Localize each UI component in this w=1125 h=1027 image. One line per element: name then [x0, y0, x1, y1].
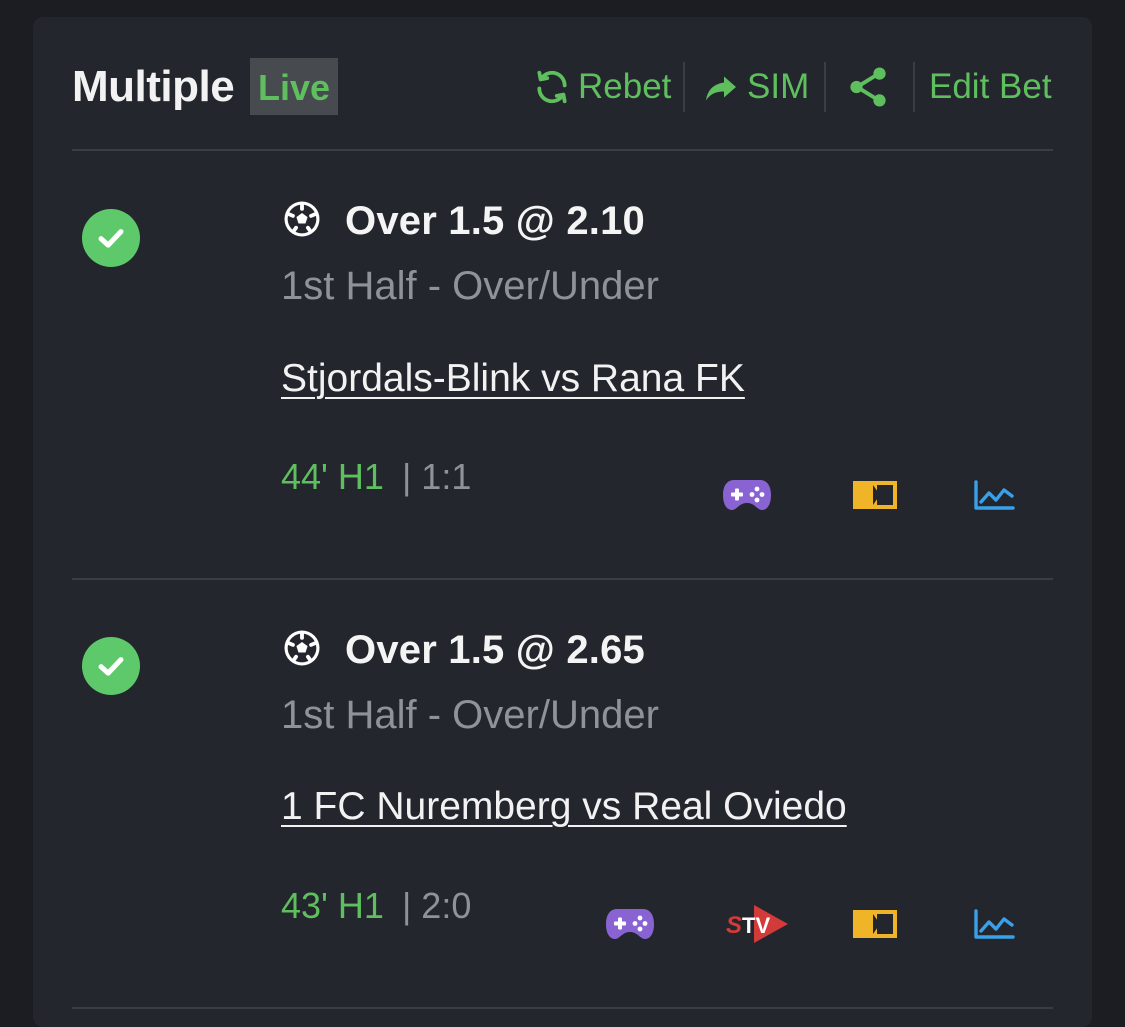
score-panel-icon[interactable]: [851, 478, 899, 512]
svg-text:TV: TV: [742, 913, 770, 938]
divider: [824, 62, 826, 112]
match-score: | 2:0: [401, 885, 472, 926]
market-name: 1st Half - Over/Under: [281, 264, 659, 308]
soccer-ball-icon: [281, 198, 323, 245]
stats-chart-icon[interactable]: [971, 475, 1017, 515]
bet-header: Multiple Live Rebet SIM Edit Bet: [33, 17, 1092, 151]
stats-chart-icon[interactable]: [971, 904, 1017, 944]
score-panel-icon[interactable]: [851, 907, 899, 941]
selection-line: Over 1.5 @ 2.65: [281, 625, 645, 675]
share-button[interactable]: [845, 65, 891, 109]
selection-text: Over 1.5 @ 2.65: [345, 627, 645, 672]
match-status: 44' H1 | 1:1: [281, 455, 471, 499]
rebet-button[interactable]: Rebet: [533, 65, 671, 109]
forward-arrow-icon: [703, 69, 739, 105]
svg-text:S: S: [726, 912, 742, 939]
selection-line: Over 1.5 @ 2.10: [281, 196, 645, 246]
won-check-icon: [82, 209, 140, 267]
match-status: 43' H1 | 2:0: [281, 884, 471, 928]
bet-type-title: Multiple: [72, 62, 235, 111]
market-name: 1st Half - Over/Under: [281, 693, 659, 737]
refresh-icon: [533, 68, 571, 106]
stv-icon[interactable]: S TV: [723, 900, 791, 948]
match-clock: 44' H1: [281, 456, 384, 497]
won-check-icon: [82, 637, 140, 695]
live-badge: Live: [250, 58, 339, 115]
bet-card: Multiple Live Rebet SIM Edit Bet Over 1.…: [33, 17, 1092, 1027]
bet-leg: Over 1.5 @ 2.65 1st Half - Over/Under 1 …: [33, 580, 1092, 1010]
divider: [913, 62, 915, 112]
divider: [683, 62, 685, 112]
event-link[interactable]: Stjordals-Blink vs Rana FK: [281, 357, 745, 401]
gamepad-icon[interactable]: [604, 904, 656, 944]
match-score: | 1:1: [401, 456, 472, 497]
leg-divider: [72, 1007, 1053, 1009]
soccer-ball-icon: [281, 627, 323, 674]
selection-text: Over 1.5 @ 2.10: [345, 198, 645, 243]
bet-leg: Over 1.5 @ 2.10 1st Half - Over/Under St…: [33, 151, 1092, 581]
rebet-label: Rebet: [578, 67, 672, 106]
edit-bet-button[interactable]: Edit Bet: [929, 65, 1052, 109]
sim-label: SIM: [747, 67, 810, 106]
match-clock: 43' H1: [281, 885, 384, 926]
event-link[interactable]: 1 FC Nuremberg vs Real Oviedo: [281, 785, 847, 829]
sim-button[interactable]: SIM: [703, 65, 809, 109]
share-icon: [845, 64, 891, 110]
gamepad-icon[interactable]: [721, 475, 773, 515]
edit-bet-label: Edit Bet: [929, 67, 1052, 106]
